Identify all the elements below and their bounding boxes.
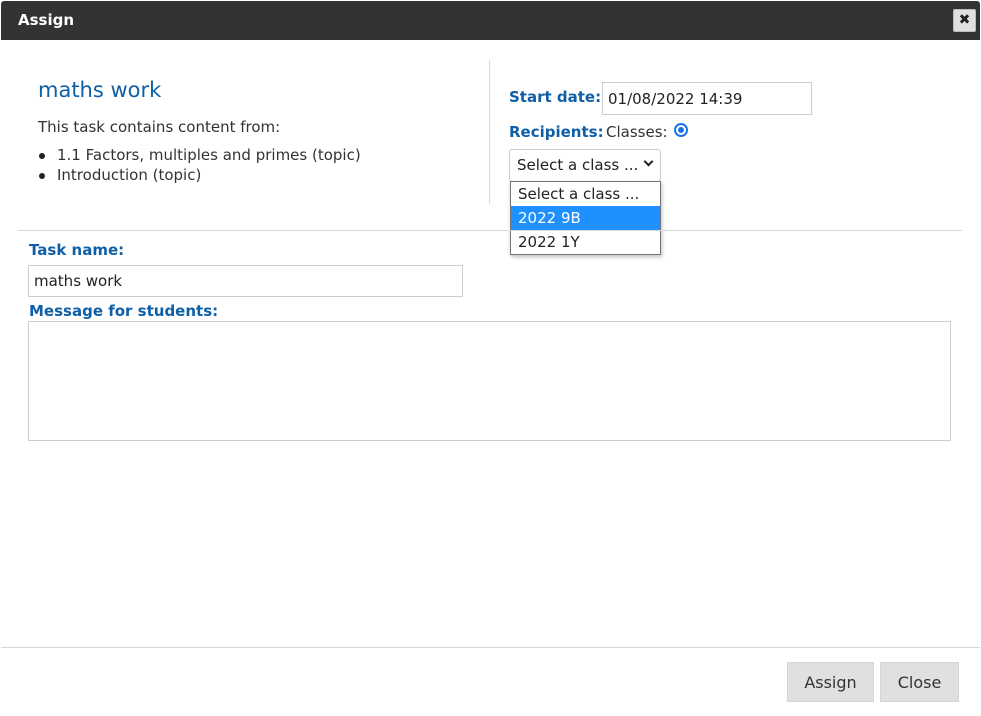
message-label: Message for students: <box>29 302 219 320</box>
class-select[interactable]: Select a class ... <box>509 149 661 182</box>
close-button[interactable]: Close <box>880 662 959 702</box>
class-option-highlighted[interactable]: 2022 9B <box>511 206 660 230</box>
class-dropdown-list: Select a class ... 2022 9B 2022 1Y <box>510 181 661 255</box>
start-date-input[interactable] <box>602 82 812 115</box>
task-name-input[interactable] <box>28 265 463 297</box>
classes-label: Classes: <box>606 123 668 141</box>
dialog-title: Assign <box>18 11 75 29</box>
start-date-label: Start date: <box>509 88 602 106</box>
task-name-label: Task name: <box>29 241 125 259</box>
class-option[interactable]: 2022 1Y <box>511 230 660 254</box>
task-heading: maths work <box>38 78 162 102</box>
recipients-label: Recipients: <box>509 123 604 141</box>
column-divider <box>489 60 490 204</box>
topic-item: 1.1 Factors, multiples and primes (topic… <box>38 145 361 165</box>
topic-item: Introduction (topic) <box>38 165 361 185</box>
message-textarea[interactable] <box>28 321 951 441</box>
chevron-down-icon <box>643 156 654 167</box>
assign-button[interactable]: Assign <box>787 662 874 702</box>
classes-radio[interactable] <box>674 123 688 137</box>
dialog-title-bar: Assign ✖ <box>1 1 980 40</box>
section-divider <box>18 230 962 231</box>
class-select-value: Select a class ... <box>517 156 639 174</box>
topic-list: 1.1 Factors, multiples and primes (topic… <box>38 145 361 185</box>
close-icon[interactable]: ✖ <box>953 9 976 32</box>
footer-divider <box>1 647 980 648</box>
class-option[interactable]: Select a class ... <box>511 182 660 206</box>
content-intro-text: This task contains content from: <box>38 118 281 136</box>
